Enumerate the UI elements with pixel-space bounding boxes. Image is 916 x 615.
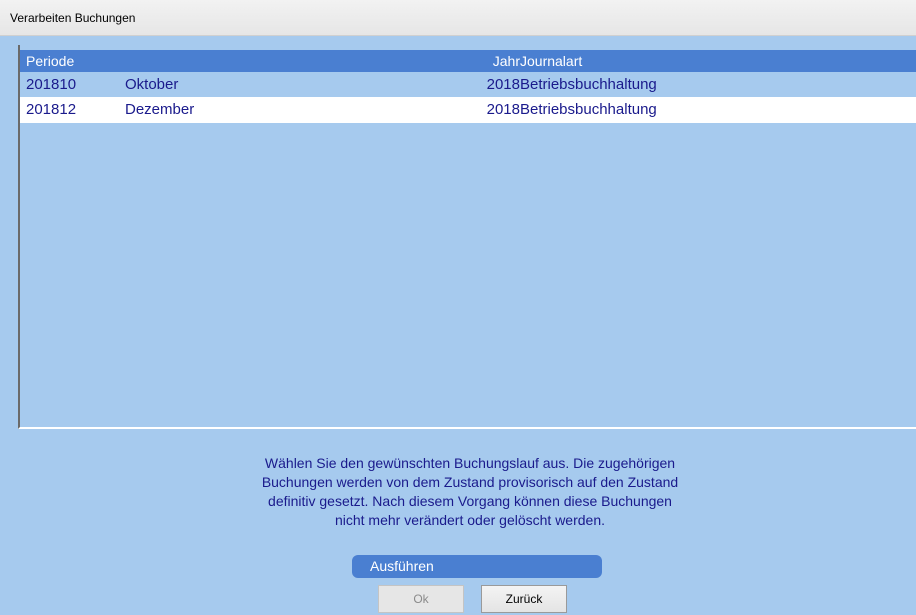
cell-month: Dezember	[125, 101, 195, 118]
window-title: Verarbeiten Buchungen	[10, 11, 136, 25]
info-text: Wählen Sie den gewünschten Buchungslauf …	[200, 454, 740, 530]
info-line: nicht mehr verändert oder gelöscht werde…	[334, 512, 606, 528]
info-line: Buchungen werden von dem Zustand proviso…	[261, 474, 679, 490]
info-line: definitiv gesetzt. Nach diesem Vorgang k…	[268, 493, 672, 509]
cell-month: Oktober	[125, 76, 179, 93]
cell-jahr: 2018	[486, 76, 520, 93]
column-header-periode[interactable]: Periode	[26, 50, 74, 72]
title-bar: Verarbeiten Buchungen	[0, 0, 916, 36]
list-header: Periode Jahr Journalart	[20, 50, 916, 72]
cell-journalart: Betriebsbuchhaltung	[520, 76, 657, 93]
table-row-selected[interactable]: 201812 Dezember 2018 Betriebsbuchhaltung	[20, 97, 916, 123]
cell-jahr: 2018	[486, 101, 520, 118]
column-header-jahr[interactable]: Jahr	[493, 50, 520, 72]
column-header-journalart[interactable]: Journalart	[520, 50, 582, 72]
info-line: Wählen Sie den gewünschten Buchungslauf …	[264, 455, 676, 471]
table-row[interactable]: 201810 Oktober 2018 Betriebsbuchhaltung	[20, 72, 916, 97]
ok-button[interactable]: Ok	[378, 585, 464, 613]
back-button[interactable]: Zurück	[481, 585, 567, 613]
cell-journalart: Betriebsbuchhaltung	[520, 101, 657, 118]
cell-periode: 201810	[26, 76, 77, 93]
booking-run-list[interactable]: Periode Jahr Journalart 201810 Oktober 2…	[18, 45, 916, 429]
cell-periode: 201812	[26, 101, 77, 118]
run-button[interactable]: Ausführen	[352, 555, 602, 578]
